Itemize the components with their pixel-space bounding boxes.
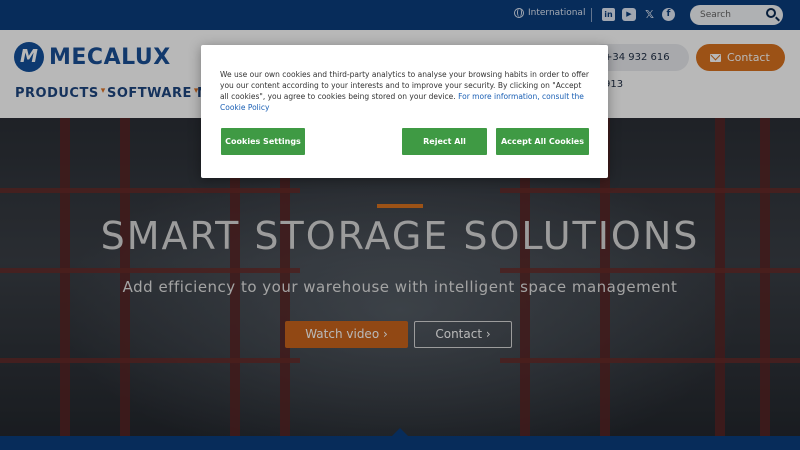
cookie-consent-dialog: We use our own cookies and third-party a… — [201, 45, 608, 178]
cookies-settings-button[interactable]: Cookies Settings — [221, 128, 305, 155]
cookie-text: We use our own cookies and third-party a… — [220, 69, 592, 113]
reject-all-button[interactable]: Reject All — [402, 128, 487, 155]
accept-all-cookies-button[interactable]: Accept All Cookies — [496, 128, 589, 155]
